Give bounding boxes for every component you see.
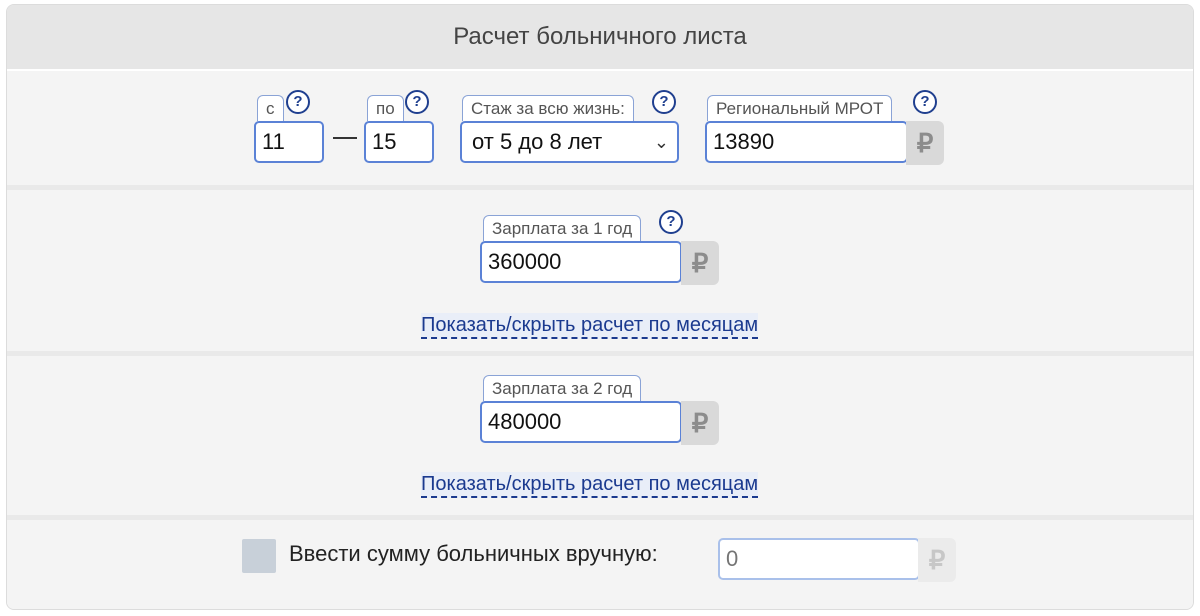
from-label: с — [257, 95, 284, 121]
manual-amount-input[interactable] — [718, 538, 920, 580]
toggle-months-year2-link[interactable]: Показать/скрыть расчет по месяцам — [421, 472, 759, 498]
ruble-icon: ₽ — [681, 241, 719, 285]
salary-year2-section: Зарплата за 2 год ₽ Показать/скрыть расч… — [7, 356, 1193, 515]
salary-year2-label: Зарплата за 2 год — [483, 375, 642, 401]
manual-entry-section: Ввести сумму больничных вручную: ₽ — [7, 520, 1193, 609]
salary-year1-label: Зарплата за 1 год — [483, 215, 642, 241]
ruble-icon: ₽ — [918, 538, 956, 582]
page-title: Расчет больничного листа — [7, 5, 1193, 71]
to-day-input[interactable] — [364, 121, 434, 163]
salary-year1-help-icon[interactable]: ? — [659, 210, 683, 234]
experience-selected-value: от 5 до 8 лет — [472, 129, 603, 154]
dash-separator — [333, 137, 357, 139]
mrot-label: Региональный МРОТ — [707, 95, 893, 121]
toggle-months-year1-link[interactable]: Показать/скрыть расчет по месяцам — [421, 313, 759, 339]
experience-help-icon[interactable]: ? — [652, 90, 676, 114]
salary-year1-input[interactable] — [480, 241, 682, 283]
to-label: по — [367, 95, 404, 121]
mrot-help-icon[interactable]: ? — [913, 90, 937, 114]
calculator-panel: Расчет больничного листа с ? по ? Стаж з… — [6, 4, 1194, 610]
mrot-input[interactable] — [705, 121, 908, 163]
ruble-icon: ₽ — [681, 401, 719, 445]
experience-select[interactable]: от 5 до 8 лет ⌄ — [460, 121, 679, 163]
experience-label: Стаж за всю жизнь: — [462, 95, 634, 121]
period-section: с ? по ? Стаж за всю жизнь: ? от 5 до 8 … — [7, 71, 1193, 185]
manual-entry-checkbox[interactable] — [242, 539, 276, 573]
salary-year2-input[interactable] — [480, 401, 682, 443]
from-help-icon[interactable]: ? — [286, 90, 310, 114]
to-help-icon[interactable]: ? — [405, 90, 429, 114]
manual-entry-label: Ввести сумму больничных вручную: — [289, 541, 658, 566]
salary-year1-section: Зарплата за 1 год ? ₽ Показать/скрыть ра… — [7, 190, 1193, 351]
from-day-input[interactable] — [254, 121, 324, 163]
ruble-icon: ₽ — [906, 121, 944, 165]
chevron-down-icon: ⌄ — [653, 132, 669, 152]
